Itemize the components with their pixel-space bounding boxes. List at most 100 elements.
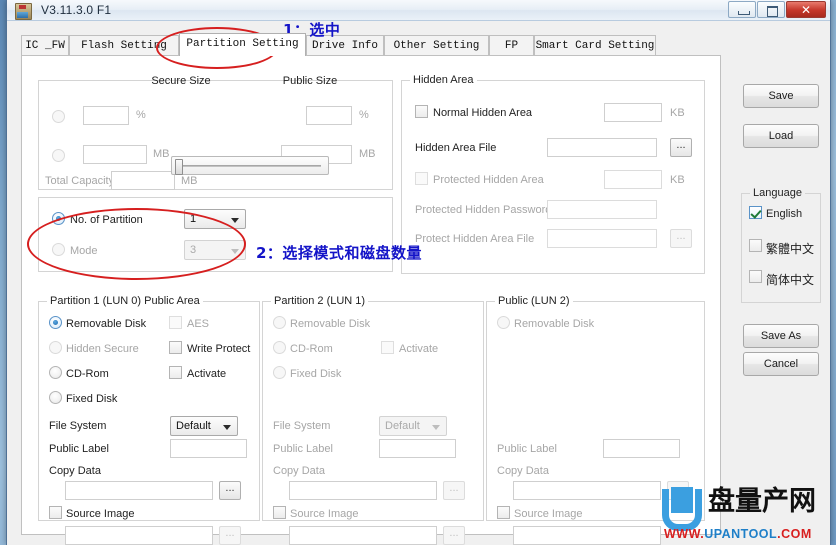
language-traditional-chinese-checkbox[interactable] (749, 239, 762, 252)
partition2-file-system-select[interactable]: Default (379, 416, 447, 436)
partition1-source-image-browse-button[interactable]: ... (219, 526, 241, 545)
tab-partition-setting[interactable]: Partition Setting (179, 33, 306, 56)
partition1-aes-checkbox[interactable] (169, 316, 182, 329)
secure-size-label: Secure Size (151, 75, 211, 87)
close-button[interactable]: ✕ (786, 1, 826, 18)
language-english-checkbox[interactable] (749, 206, 762, 219)
public-lun2-copy-data-input[interactable] (513, 481, 661, 500)
partition2-fixed-disk-radio[interactable] (273, 366, 286, 379)
partition2-title: Partition 2 (LUN 1) (271, 295, 369, 307)
public-lun2-source-image-label: Source Image (514, 508, 583, 520)
tab-smart-card-setting[interactable]: Smart Card Setting (534, 35, 656, 56)
partition2-public-label-input[interactable] (379, 439, 456, 458)
public-mb-unit: MB (359, 148, 376, 160)
partition1-activate-label: Activate (187, 368, 227, 380)
partition2-public-label-label: Public Label (273, 443, 333, 455)
partition1-cd-rom-label: CD-Rom (66, 368, 109, 380)
secure-mb-unit: MB (153, 148, 170, 160)
tab-fp[interactable]: FP (489, 35, 534, 56)
secure-mb-input[interactable] (83, 145, 147, 164)
annotation-step-2: 2：选择模式和磁盘数量 (256, 244, 422, 262)
maximize-button[interactable] (757, 1, 785, 18)
partition1-hidden-secure-label: Hidden Secure (66, 343, 139, 355)
save-as-button[interactable]: Save As (743, 324, 819, 348)
partition2-cd-rom-radio[interactable] (273, 341, 286, 354)
protected-hidden-area-unit: KB (670, 174, 685, 186)
protected-hidden-password-label: Protected Hidden Password (415, 204, 552, 216)
normal-hidden-area-checkbox[interactable] (415, 105, 428, 118)
language-title: Language (750, 187, 805, 199)
partition1-fixed-disk-radio[interactable] (49, 391, 62, 404)
partition2-copy-data-browse-button[interactable]: ... (443, 481, 465, 500)
hidden-area-file-label: Hidden Area File (415, 142, 497, 154)
percent-mode-radio[interactable] (52, 110, 65, 123)
protected-hidden-area-size-input[interactable] (604, 170, 662, 189)
partition1-copy-data-input[interactable] (65, 481, 213, 500)
partition2-source-image-label: Source Image (290, 508, 359, 520)
partition1-title: Partition 1 (LUN 0) Public Area (47, 295, 203, 307)
protect-hidden-area-file-browse-button[interactable]: ... (670, 229, 692, 248)
partition2-file-system-label: File System (273, 420, 331, 432)
partition1-activate-checkbox[interactable] (169, 366, 182, 379)
normal-hidden-area-label: Normal Hidden Area (433, 107, 533, 119)
partition1-write-protect-checkbox[interactable] (169, 341, 182, 354)
public-lun2-source-image-input[interactable] (513, 526, 661, 545)
protected-hidden-password-input[interactable] (547, 200, 657, 219)
partition1-copy-data-browse-button[interactable]: ... (219, 481, 241, 500)
secure-percent-input[interactable] (83, 106, 129, 125)
tab-other-setting[interactable]: Other Setting (384, 35, 489, 56)
partition2-file-system-value: Default (385, 420, 420, 432)
slider-track (180, 165, 321, 167)
secure-public-size-slider[interactable] (171, 156, 329, 175)
partition1-public-label-input[interactable] (170, 439, 247, 458)
tab-ic-fw[interactable]: IC _FW (21, 35, 69, 56)
partition2-source-image-input[interactable] (289, 526, 437, 545)
partition1-cd-rom-radio[interactable] (49, 366, 62, 379)
language-simplified-chinese-checkbox[interactable] (749, 270, 762, 283)
partition1-file-system-select[interactable]: Default (170, 416, 238, 436)
normal-hidden-area-size-input[interactable] (604, 103, 662, 122)
partition1-write-protect-label: Write Protect (187, 343, 251, 355)
public-lun2-removable-disk-radio[interactable] (497, 316, 510, 329)
slider-thumb[interactable] (175, 159, 183, 175)
public-lun2-source-image-checkbox[interactable] (497, 506, 510, 519)
watermark: 盘量产网 WWW.UPANTOOL.COM (662, 485, 832, 543)
chevron-down-icon (231, 218, 239, 223)
load-button[interactable]: Load (743, 124, 819, 148)
mb-mode-radio[interactable] (52, 149, 65, 162)
public-percent-input[interactable] (306, 106, 352, 125)
partition1-file-system-value: Default (176, 420, 211, 432)
partition2-activate-label: Activate (399, 343, 439, 355)
maximize-icon (767, 6, 778, 17)
cancel-button[interactable]: Cancel (743, 352, 819, 376)
minimize-button[interactable] (728, 1, 756, 18)
watermark-url-www: WWW. (664, 527, 705, 541)
partition2-activate-checkbox[interactable] (381, 341, 394, 354)
public-lun2-copy-data-label: Copy Data (497, 465, 549, 477)
language-group: Language English 繁體中文 简体中文 (741, 187, 821, 303)
partition1-source-image-checkbox[interactable] (49, 506, 62, 519)
partition2-source-image-checkbox[interactable] (273, 506, 286, 519)
partition2-copy-data-label: Copy Data (273, 465, 325, 477)
save-button[interactable]: Save (743, 84, 819, 108)
partition1-hidden-secure-radio[interactable] (49, 341, 62, 354)
window-title: V3.11.3.0 F1 (41, 3, 112, 17)
hidden-area-file-browse-button[interactable]: ... (670, 138, 692, 157)
hidden-area-file-input[interactable] (547, 138, 657, 157)
partition2-source-image-browse-button[interactable]: ... (443, 526, 465, 545)
partition1-removable-disk-radio[interactable] (49, 316, 62, 329)
chevron-down-icon (223, 425, 231, 430)
protect-hidden-area-file-input[interactable] (547, 229, 657, 248)
chevron-down-icon (432, 425, 440, 430)
partition2-copy-data-input[interactable] (289, 481, 437, 500)
protected-hidden-area-checkbox[interactable] (415, 172, 428, 185)
partition1-file-system-label: File System (49, 420, 107, 432)
protect-hidden-area-file-label: Protect Hidden Area File (415, 233, 535, 245)
upantool-logo-bar (671, 487, 693, 513)
total-capacity-input[interactable] (111, 171, 175, 190)
public-lun2-public-label-input[interactable] (603, 439, 680, 458)
partition1-source-image-input[interactable] (65, 526, 213, 545)
partition1-fixed-disk-label: Fixed Disk (66, 393, 118, 405)
public-lun2-public-label-label: Public Label (497, 443, 557, 455)
partition2-removable-disk-radio[interactable] (273, 316, 286, 329)
